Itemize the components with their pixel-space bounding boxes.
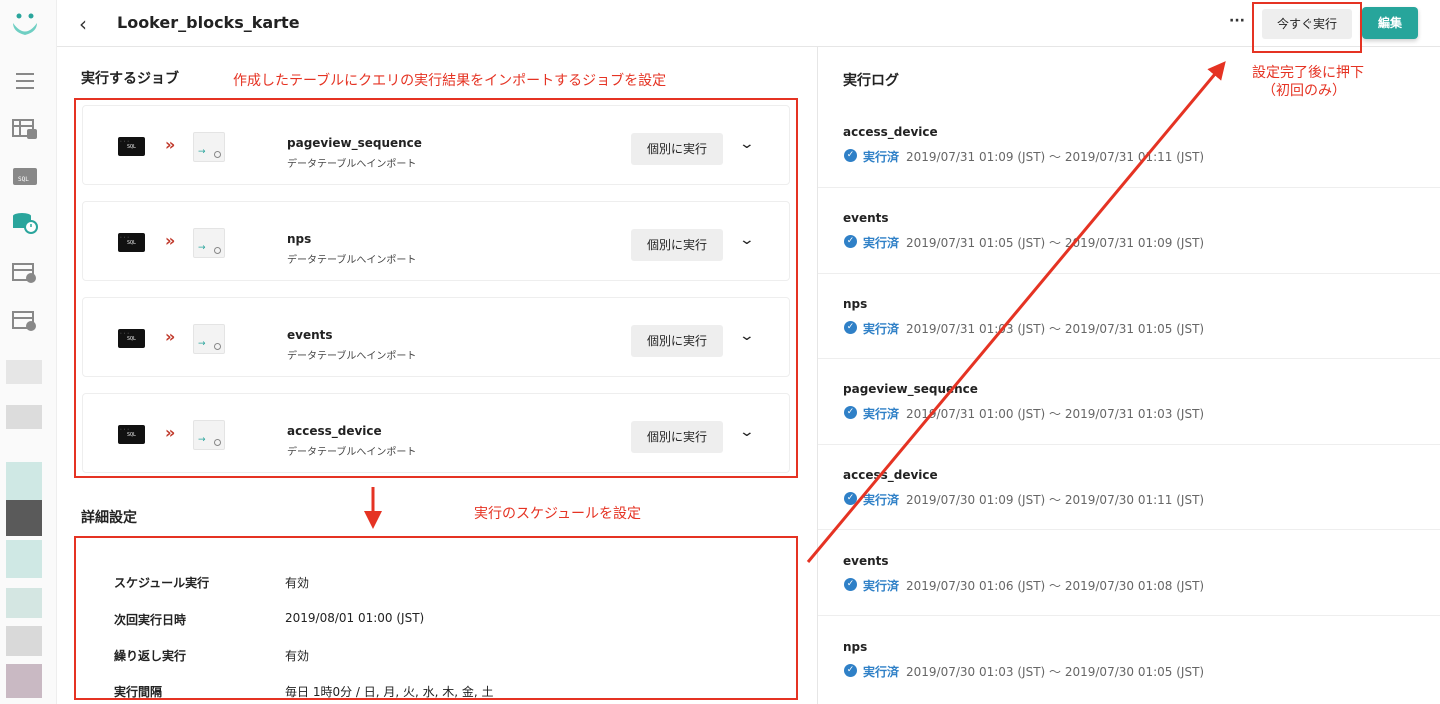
log-section-title: 実行ログ bbox=[843, 73, 899, 89]
log-job-name: nps bbox=[843, 640, 868, 654]
jobs-section-title: 実行するジョブ bbox=[81, 71, 179, 87]
log-item[interactable]: access_device ✓ 実行済 2019/07/31 01:09 (JS… bbox=[818, 125, 1440, 188]
log-item[interactable]: pageview_sequence ✓ 実行済 2019/07/31 01:00… bbox=[818, 382, 1440, 445]
log-item[interactable]: access_device ✓ 実行済 2019/07/30 01:09 (JS… bbox=[818, 468, 1440, 530]
job-schedule-icon[interactable] bbox=[12, 212, 38, 234]
log-item[interactable]: events ✓ 実行済 2019/07/31 01:05 (JST) 〜 20… bbox=[818, 211, 1440, 274]
check-circle-icon: ✓ bbox=[844, 578, 857, 591]
blurred-item bbox=[6, 588, 42, 618]
run-annotation-line2: （初回のみ） bbox=[1262, 83, 1346, 99]
log-status: 実行済 bbox=[863, 322, 900, 336]
log-time: 2019/07/31 01:00 (JST) 〜 2019/07/31 01:0… bbox=[906, 407, 1205, 421]
check-circle-icon: ✓ bbox=[844, 492, 857, 505]
edit-button[interactable]: 編集 bbox=[1362, 7, 1418, 39]
more-options-icon[interactable]: ··· bbox=[1229, 13, 1245, 29]
log-status: 実行済 bbox=[863, 493, 900, 507]
log-job-name: access_device bbox=[843, 125, 938, 139]
blurred-item bbox=[6, 540, 42, 578]
log-time: 2019/07/30 01:09 (JST) 〜 2019/07/30 01:1… bbox=[906, 493, 1205, 507]
schedule-annotation: 実行のスケジュールを設定 bbox=[474, 506, 642, 522]
page-title: Looker_blocks_karte bbox=[117, 13, 300, 32]
execution-log-panel: 実行ログ access_device ✓ 実行済 2019/07/31 01:0… bbox=[817, 47, 1440, 704]
log-status: 実行済 bbox=[863, 236, 900, 250]
header: ‹ Looker_blocks_karte ··· 今すぐ実行 編集 bbox=[57, 0, 1440, 47]
check-circle-icon: ✓ bbox=[844, 406, 857, 419]
schedule-highlight-box bbox=[74, 536, 798, 700]
menu-icon[interactable] bbox=[12, 70, 38, 92]
log-status: 実行済 bbox=[863, 665, 900, 679]
datatable-list-icon[interactable] bbox=[12, 118, 38, 140]
log-time: 2019/07/30 01:03 (JST) 〜 2019/07/30 01:0… bbox=[906, 665, 1205, 679]
run-now-highlight-box bbox=[1252, 2, 1362, 53]
log-job-name: nps bbox=[843, 297, 868, 311]
log-item[interactable]: events ✓ 実行済 2019/07/30 01:06 (JST) 〜 20… bbox=[818, 554, 1440, 616]
log-job-name: events bbox=[843, 211, 889, 225]
blurred-item bbox=[6, 500, 42, 536]
datatable-user-icon[interactable] bbox=[12, 262, 38, 284]
back-arrow-icon[interactable]: ‹ bbox=[79, 12, 87, 36]
log-job-name: access_device bbox=[843, 468, 938, 482]
run-annotation-line1: 設定完了後に押下 bbox=[1252, 65, 1364, 81]
jobs-annotation: 作成したテーブルにクエリの実行結果をインポートするジョブを設定 bbox=[233, 73, 667, 89]
logo-icon[interactable] bbox=[11, 10, 39, 38]
log-time: 2019/07/30 01:06 (JST) 〜 2019/07/30 01:0… bbox=[906, 579, 1205, 593]
log-time: 2019/07/31 01:05 (JST) 〜 2019/07/31 01:0… bbox=[906, 236, 1205, 250]
check-circle-icon: ✓ bbox=[844, 664, 857, 677]
log-status: 実行済 bbox=[863, 150, 900, 164]
log-status: 実行済 bbox=[863, 579, 900, 593]
sidebar: SQL bbox=[0, 0, 57, 704]
check-circle-icon: ✓ bbox=[844, 235, 857, 248]
blurred-item bbox=[6, 664, 42, 698]
sql-query-icon[interactable]: SQL bbox=[12, 166, 38, 188]
log-job-name: pageview_sequence bbox=[843, 382, 978, 396]
blurred-item bbox=[6, 626, 42, 656]
log-item[interactable]: nps ✓ 実行済 2019/07/31 01:03 (JST) 〜 2019/… bbox=[818, 297, 1440, 359]
check-circle-icon: ✓ bbox=[844, 149, 857, 162]
log-status: 実行済 bbox=[863, 407, 900, 421]
check-circle-icon: ✓ bbox=[844, 321, 857, 334]
details-section-title: 詳細設定 bbox=[81, 510, 137, 526]
datatable-send-icon[interactable] bbox=[12, 310, 38, 332]
log-job-name: events bbox=[843, 554, 889, 568]
blurred-item bbox=[6, 360, 42, 384]
jobs-highlight-box bbox=[74, 98, 798, 478]
log-item[interactable]: nps ✓ 実行済 2019/07/30 01:03 (JST) 〜 2019/… bbox=[818, 640, 1440, 700]
log-time: 2019/07/31 01:09 (JST) 〜 2019/07/31 01:1… bbox=[906, 150, 1205, 164]
log-time: 2019/07/31 01:03 (JST) 〜 2019/07/31 01:0… bbox=[906, 322, 1205, 336]
svg-text:SQL: SQL bbox=[18, 176, 29, 183]
blurred-item bbox=[6, 405, 42, 429]
blurred-item bbox=[6, 462, 42, 500]
